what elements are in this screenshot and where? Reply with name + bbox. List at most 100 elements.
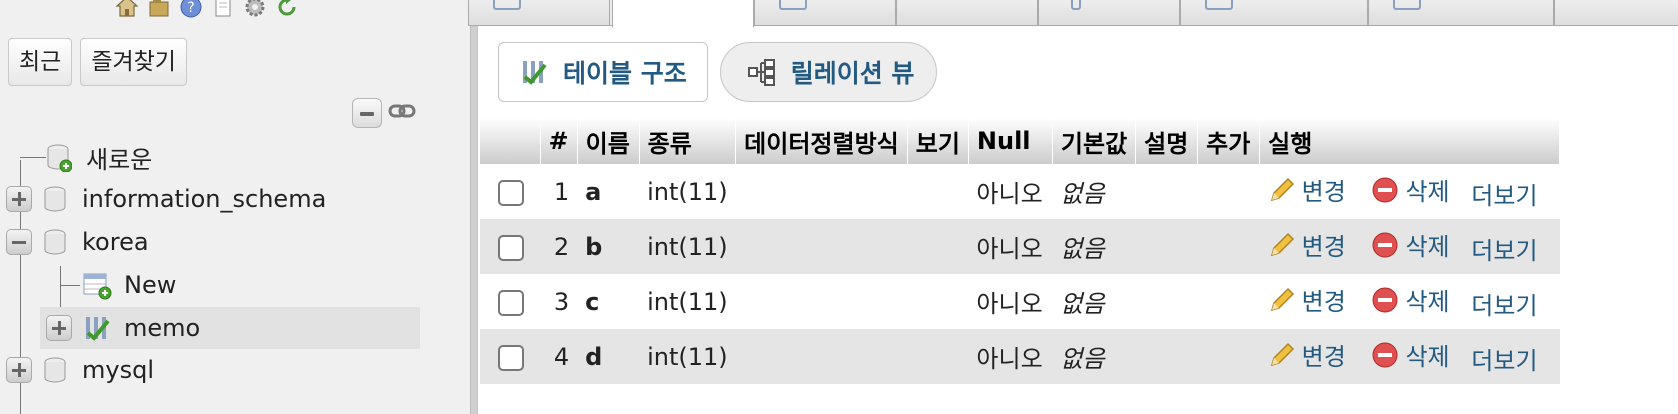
database-label: information_schema — [82, 185, 327, 213]
top-tab-bar — [468, 0, 1678, 28]
column-name: a — [577, 164, 640, 219]
link-with-main-icon[interactable] — [388, 101, 416, 125]
drop-label: 삭제 — [1405, 178, 1450, 207]
tree-tools — [352, 98, 416, 128]
change-label: 변경 — [1301, 288, 1346, 317]
tree-item-database[interactable]: mysql — [6, 349, 154, 391]
more-link[interactable]: 더보기 — [1471, 341, 1537, 376]
table-structure-label: 테이블 구조 — [563, 59, 687, 88]
column-default: 없음 — [1052, 164, 1136, 219]
tree-item-new-table[interactable]: New — [60, 264, 176, 306]
drop-link[interactable]: 삭제 — [1371, 227, 1450, 262]
expand-button[interactable] — [6, 357, 32, 383]
row-actions: 변경 삭제 더보기 — [1259, 329, 1560, 384]
tab-more[interactable] — [1554, 0, 1678, 26]
change-link[interactable]: 변경 — [1268, 337, 1346, 372]
more-link[interactable]: 더보기 — [1471, 231, 1537, 266]
column-default: 없음 — [1052, 274, 1136, 329]
drop-link[interactable]: 삭제 — [1371, 282, 1450, 317]
tab-insert[interactable] — [1038, 0, 1180, 26]
delete-icon — [1372, 287, 1398, 313]
pencil-icon — [1270, 232, 1294, 256]
drop-link[interactable]: 삭제 — [1371, 172, 1450, 207]
row-checkbox[interactable] — [498, 179, 524, 206]
tree-item-table-memo[interactable]: memo — [40, 307, 420, 349]
database-icon — [42, 184, 68, 214]
header-extra[interactable]: 추가 — [1197, 118, 1261, 164]
expand-button[interactable] — [6, 186, 32, 212]
documentation-icon[interactable] — [210, 0, 236, 18]
table-structure-button[interactable]: 테이블 구조 — [498, 42, 708, 102]
tree-item-database[interactable]: information_schema — [6, 178, 326, 220]
delete-icon — [1372, 232, 1398, 258]
header-null[interactable]: Null — [968, 118, 1053, 164]
tab-structure[interactable] — [612, 0, 754, 28]
column-attributes — [907, 274, 969, 329]
tab-sql[interactable] — [754, 0, 896, 26]
settings-icon[interactable] — [242, 0, 268, 18]
column-type: int(11) — [639, 219, 736, 274]
change-label: 변경 — [1301, 178, 1346, 207]
change-label: 변경 — [1301, 343, 1346, 372]
database-icon[interactable] — [146, 0, 172, 18]
column-extra — [1197, 274, 1260, 329]
header-default[interactable]: 기본값 — [1052, 118, 1137, 164]
column-attributes — [907, 164, 969, 219]
relation-view-button[interactable]: 릴레이션 뷰 — [719, 42, 938, 102]
relation-view-icon — [747, 59, 775, 86]
tab-favorites[interactable]: 즐겨찾기 — [80, 38, 187, 86]
column-default: 없음 — [1052, 219, 1136, 274]
table-row: 3 c int(11) 아니오 없음 변경 삭제 더보기 — [480, 274, 1560, 329]
help-icon[interactable]: ? — [178, 0, 204, 18]
header-type[interactable]: 종류 — [639, 118, 737, 164]
nav-icon-bar: ? — [114, 0, 300, 20]
header-comment[interactable]: 설명 — [1135, 118, 1199, 164]
drop-link[interactable]: 삭제 — [1371, 337, 1450, 372]
drop-label: 삭제 — [1405, 288, 1450, 317]
header-attributes[interactable]: 보기 — [907, 118, 969, 164]
table-header-row: # 이름 종류 데이터정렬방식 보기 Null 기본값 설명 추가 실행 — [480, 118, 1561, 164]
column-null: 아니오 — [968, 164, 1053, 219]
tab-browse[interactable] — [468, 0, 610, 26]
column-collation — [735, 164, 908, 219]
row-checkbox[interactable] — [498, 234, 524, 261]
panel-splitter[interactable] — [470, 0, 478, 414]
more-link[interactable]: 더보기 — [1471, 176, 1537, 211]
tab-export[interactable] — [1180, 0, 1368, 26]
change-link[interactable]: 변경 — [1268, 172, 1346, 207]
tab-import[interactable] — [1368, 0, 1554, 26]
change-link[interactable]: 변경 — [1268, 227, 1346, 262]
pencil-icon — [1270, 177, 1294, 201]
pencil-icon — [1270, 287, 1294, 311]
header-action[interactable]: 실행 — [1259, 118, 1561, 164]
tree-item-new-database[interactable]: 새로운 — [20, 136, 152, 178]
column-comment — [1135, 164, 1198, 219]
header-num[interactable]: # — [540, 118, 578, 164]
home-icon[interactable] — [114, 0, 140, 18]
tree-item-database[interactable]: korea — [6, 221, 149, 263]
new-table-icon — [82, 270, 112, 300]
collapse-button[interactable] — [6, 229, 32, 255]
collapse-all-button[interactable] — [352, 98, 382, 128]
more-link[interactable]: 더보기 — [1471, 286, 1537, 321]
header-name[interactable]: 이름 — [577, 118, 640, 164]
row-checkbox[interactable] — [498, 289, 524, 316]
row-number: 4 — [540, 329, 578, 384]
tab-recent[interactable]: 최근 — [8, 38, 73, 86]
row-number: 1 — [540, 164, 578, 219]
drop-label: 삭제 — [1405, 233, 1450, 262]
change-link[interactable]: 변경 — [1268, 282, 1346, 317]
column-default: 없음 — [1052, 329, 1136, 384]
row-checkbox[interactable] — [498, 344, 524, 371]
database-label: korea — [82, 228, 149, 256]
column-collation — [735, 219, 908, 274]
tree-label-new-table: New — [124, 271, 177, 299]
tab-search[interactable] — [896, 0, 1038, 26]
column-attributes — [907, 219, 969, 274]
header-collation[interactable]: 데이터정렬방식 — [735, 118, 908, 164]
column-extra — [1197, 219, 1260, 274]
reload-icon[interactable] — [274, 0, 300, 18]
expand-button[interactable] — [46, 315, 72, 341]
column-null: 아니오 — [968, 329, 1053, 384]
delete-icon — [1372, 177, 1398, 203]
